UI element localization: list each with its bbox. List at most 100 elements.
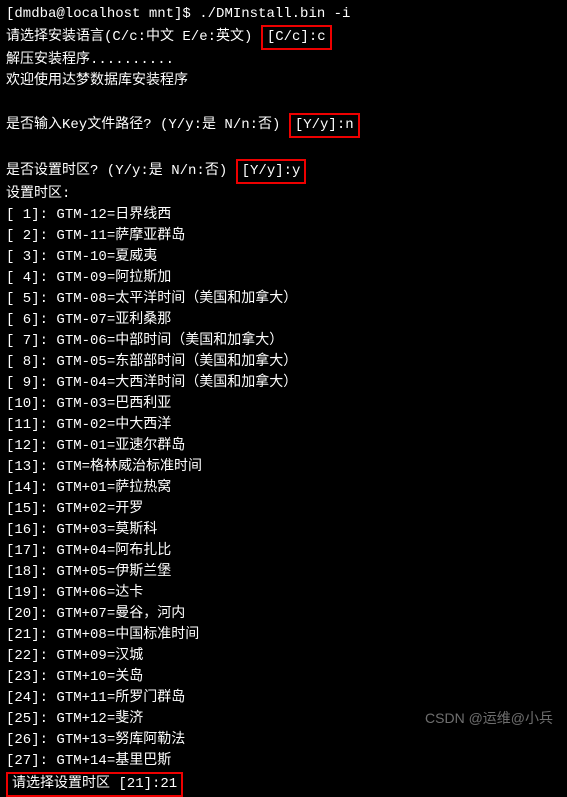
timezone-label: GTM+09=汉城 [56, 648, 143, 664]
timezone-index: [ 9]: [6, 375, 56, 391]
timezone-index: [ 8]: [6, 354, 56, 370]
timezone-row: [ 2]: GTM-11=萨摩亚群岛 [6, 226, 561, 247]
timezone-label: GTM+10=关岛 [56, 669, 143, 685]
timezone-label: GTM+05=伊斯兰堡 [56, 564, 171, 580]
watermark-text: CSDN @运维@小兵 [425, 708, 553, 729]
timezone-row: [16]: GTM+03=莫斯科 [6, 520, 561, 541]
timezone-index: [24]: [6, 690, 56, 706]
timezone-row: [12]: GTM-01=亚速尔群岛 [6, 436, 561, 457]
timezone-row: [21]: GTM+08=中国标准时间 [6, 625, 561, 646]
timezone-label: GTM+13=努库阿勒法 [56, 732, 185, 748]
timezone-index: [19]: [6, 585, 56, 601]
timezone-label: GTM-11=萨摩亚群岛 [56, 228, 185, 244]
welcome-line: 欢迎使用达梦数据库安装程序 [6, 71, 561, 92]
timezone-label: GTM-09=阿拉斯加 [56, 270, 171, 286]
timezone-label: GTM-07=亚利桑那 [56, 312, 171, 328]
timezone-label: GTM+04=阿布扎比 [56, 543, 171, 559]
timezone-row: [24]: GTM+11=所罗门群岛 [6, 688, 561, 709]
blank-line [6, 92, 561, 113]
timezone-row: [10]: GTM-03=巴西利亚 [6, 394, 561, 415]
language-select-input-box[interactable]: [C/c]:c [261, 25, 332, 50]
final-prompt-line: 请选择设置时区 [21]:21 [6, 772, 561, 797]
timezone-label: GTM+01=萨拉热窝 [56, 480, 171, 496]
language-select-line: 请选择安装语言(C/c:中文 E/e:英文) [C/c]:c [6, 25, 561, 50]
timezone-row: [22]: GTM+09=汉城 [6, 646, 561, 667]
timezone-label: GTM+02=开罗 [56, 501, 143, 517]
tz-prompt-input-box[interactable]: [Y/y]:y [236, 159, 307, 184]
key-prompt-input-box[interactable]: [Y/y]:n [289, 113, 360, 138]
timezone-index: [ 1]: [6, 207, 56, 223]
timezone-index: [12]: [6, 438, 56, 454]
timezone-row: [15]: GTM+02=开罗 [6, 499, 561, 520]
timezone-row: [26]: GTM+13=努库阿勒法 [6, 730, 561, 751]
timezone-index: [15]: [6, 501, 56, 517]
timezone-row: [27]: GTM+14=基里巴斯 [6, 751, 561, 772]
timezone-index: [ 7]: [6, 333, 56, 349]
timezone-row: [ 9]: GTM-04=大西洋时间（美国和加拿大） [6, 373, 561, 394]
timezone-index: [13]: [6, 459, 56, 475]
tz-prompt-text: 是否设置时区? (Y/y:是 N/n:否) [6, 163, 236, 179]
timezone-index: [22]: [6, 648, 56, 664]
extract-line: 解压安装程序.......... [6, 50, 561, 71]
timezone-index: [ 4]: [6, 270, 56, 286]
timezone-index: [17]: [6, 543, 56, 559]
timezone-label: GTM+06=达卡 [56, 585, 143, 601]
timezone-label: GTM=格林威治标准时间 [56, 459, 202, 475]
command-text: ./DMInstall.bin -i [199, 6, 350, 22]
timezone-label: GTM+12=斐济 [56, 711, 143, 727]
timezone-index: [ 6]: [6, 312, 56, 328]
timezone-index: [10]: [6, 396, 56, 412]
timezone-index: [27]: [6, 753, 56, 769]
timezone-label: GTM-12=日界线西 [56, 207, 171, 223]
timezone-row: [ 5]: GTM-08=太平洋时间（美国和加拿大） [6, 289, 561, 310]
timezone-label: GTM-02=中大西洋 [56, 417, 171, 433]
timezone-label: GTM+07=曼谷，河内 [56, 606, 185, 622]
timezone-row: [ 6]: GTM-07=亚利桑那 [6, 310, 561, 331]
timezone-index: [ 5]: [6, 291, 56, 307]
timezone-index: [18]: [6, 564, 56, 580]
timezone-row: [ 1]: GTM-12=日界线西 [6, 205, 561, 226]
timezone-index: [ 2]: [6, 228, 56, 244]
timezone-row: [23]: GTM+10=关岛 [6, 667, 561, 688]
timezone-index: [ 3]: [6, 249, 56, 265]
timezone-row: [14]: GTM+01=萨拉热窝 [6, 478, 561, 499]
timezone-label: GTM-06=中部时间（美国和加拿大） [56, 333, 283, 349]
timezone-index: [23]: [6, 669, 56, 685]
timezone-label: GTM+14=基里巴斯 [56, 753, 171, 769]
prompt-user-host: [dmdba@localhost mnt]$ [6, 6, 199, 22]
timezone-label: GTM-04=大西洋时间（美国和加拿大） [56, 375, 297, 391]
timezone-list: [ 1]: GTM-12=日界线西[ 2]: GTM-11=萨摩亚群岛[ 3]:… [6, 205, 561, 772]
timezone-index: [26]: [6, 732, 56, 748]
timezone-row: [ 8]: GTM-05=东部部时间（美国和加拿大） [6, 352, 561, 373]
timezone-label: GTM-08=太平洋时间（美国和加拿大） [56, 291, 297, 307]
timezone-index: [14]: [6, 480, 56, 496]
language-select-text: 请选择安装语言(C/c:中文 E/e:英文) [6, 29, 261, 45]
key-prompt-line: 是否输入Key文件路径? (Y/y:是 N/n:否) [Y/y]:n [6, 113, 561, 138]
timezone-label: GTM+08=中国标准时间 [56, 627, 199, 643]
timezone-label: GTM+03=莫斯科 [56, 522, 157, 538]
timezone-index: [20]: [6, 606, 56, 622]
timezone-index: [16]: [6, 522, 56, 538]
final-prompt-input-box[interactable]: 请选择设置时区 [21]:21 [6, 772, 183, 797]
timezone-row: [ 4]: GTM-09=阿拉斯加 [6, 268, 561, 289]
timezone-index: [11]: [6, 417, 56, 433]
blank-line [6, 138, 561, 159]
timezone-row: [ 7]: GTM-06=中部时间（美国和加拿大） [6, 331, 561, 352]
timezone-row: [11]: GTM-02=中大西洋 [6, 415, 561, 436]
terminal-prompt-line: [dmdba@localhost mnt]$ ./DMInstall.bin -… [6, 4, 561, 25]
tz-prompt-line: 是否设置时区? (Y/y:是 N/n:否) [Y/y]:y [6, 159, 561, 184]
timezone-label: GTM+11=所罗门群岛 [56, 690, 185, 706]
timezone-label: GTM-03=巴西利亚 [56, 396, 171, 412]
timezone-label: GTM-10=夏威夷 [56, 249, 157, 265]
timezone-label: GTM-01=亚速尔群岛 [56, 438, 185, 454]
timezone-row: [19]: GTM+06=达卡 [6, 583, 561, 604]
tz-header-line: 设置时区: [6, 184, 561, 205]
timezone-label: GTM-05=东部部时间（美国和加拿大） [56, 354, 297, 370]
timezone-row: [17]: GTM+04=阿布扎比 [6, 541, 561, 562]
timezone-row: [20]: GTM+07=曼谷，河内 [6, 604, 561, 625]
timezone-index: [25]: [6, 711, 56, 727]
timezone-row: [ 3]: GTM-10=夏威夷 [6, 247, 561, 268]
key-prompt-text: 是否输入Key文件路径? (Y/y:是 N/n:否) [6, 117, 289, 133]
timezone-index: [21]: [6, 627, 56, 643]
timezone-row: [18]: GTM+05=伊斯兰堡 [6, 562, 561, 583]
